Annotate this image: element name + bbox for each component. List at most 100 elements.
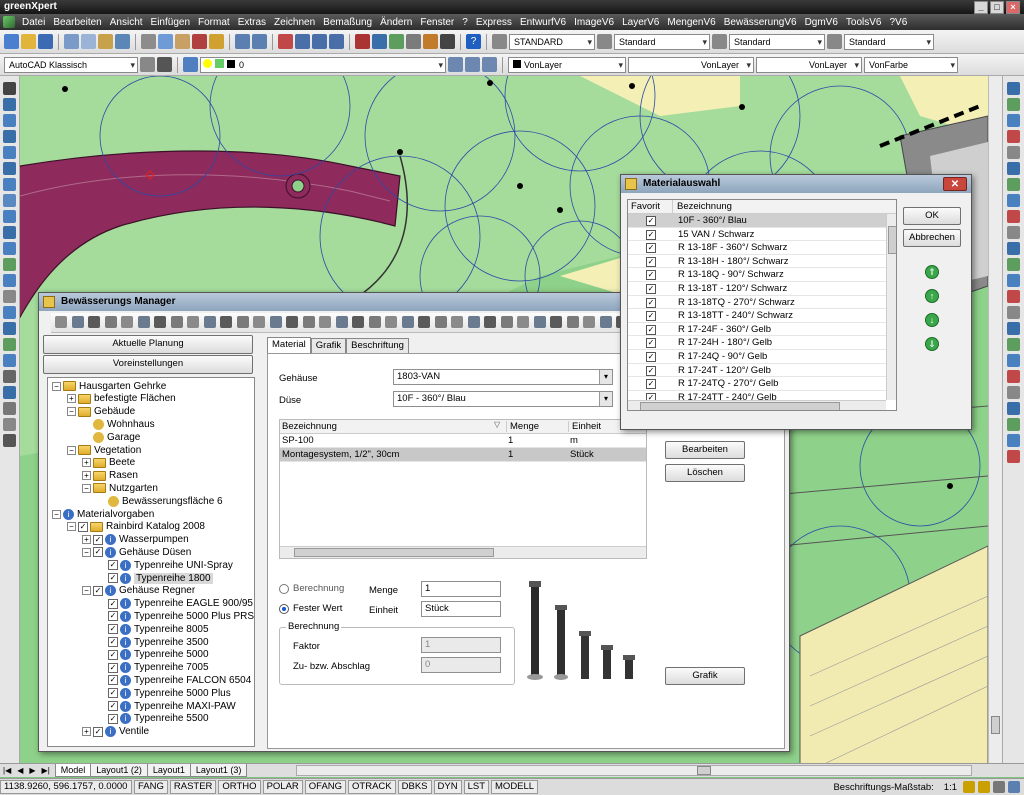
manager-tool-28-icon[interactable] bbox=[517, 316, 529, 328]
grid-row[interactable]: SP-100 1 m bbox=[280, 434, 646, 448]
collapse-icon[interactable]: − bbox=[52, 509, 61, 519]
tab-beschriftung[interactable]: Beschriftung bbox=[346, 338, 409, 353]
menu-item-1[interactable]: Bearbeiten bbox=[49, 17, 105, 28]
modify-tool-23-icon[interactable] bbox=[1007, 450, 1020, 463]
manager-tool-16-icon[interactable] bbox=[319, 316, 331, 328]
material-header-bezeichnung[interactable]: Bezeichnung bbox=[672, 200, 732, 214]
grid-header-menge[interactable]: Menge bbox=[506, 421, 539, 432]
favorit-checkbox[interactable]: ✓ bbox=[646, 324, 656, 335]
gehaeuse-select[interactable]: 1803-VAN ▾ bbox=[393, 369, 613, 385]
material-grid[interactable]: Bezeichnung ▽ Menge Einheit SP-100 1 m Mont… bbox=[279, 419, 647, 559]
manager-tool-8-icon[interactable] bbox=[187, 316, 199, 328]
menu-item-5[interactable]: Extras bbox=[234, 17, 270, 28]
expand-icon[interactable]: + bbox=[82, 535, 91, 545]
manager-tool-20-icon[interactable] bbox=[385, 316, 397, 328]
draw-tool-7-icon[interactable] bbox=[3, 194, 16, 207]
modify-tool-20-icon[interactable] bbox=[1007, 402, 1020, 415]
menge-input[interactable]: 1 bbox=[421, 581, 501, 597]
tree-node[interactable]: Wohnhaus bbox=[82, 418, 155, 430]
material-list-vscrollbar[interactable] bbox=[886, 214, 896, 400]
draw-tool-19-icon[interactable] bbox=[3, 386, 16, 399]
drawing-horizontal-scrollbar[interactable] bbox=[296, 765, 972, 776]
radio-berechnung[interactable]: Berechnung bbox=[279, 583, 344, 594]
tree-node[interactable]: − ✓ i Gehäuse Regner bbox=[82, 585, 195, 597]
draw-tool-0-icon[interactable] bbox=[3, 82, 16, 95]
print-icon[interactable] bbox=[64, 34, 79, 49]
manager-tool-17-icon[interactable] bbox=[335, 316, 348, 328]
modify-tool-5-icon[interactable] bbox=[1007, 162, 1020, 175]
favorit-checkbox[interactable]: ✓ bbox=[646, 297, 656, 308]
status-toggle-raster[interactable]: RASTER bbox=[169, 780, 217, 794]
manager-tool-33-icon[interactable] bbox=[599, 316, 612, 328]
einheit-input[interactable]: Stück bbox=[421, 601, 501, 617]
save-workspace-icon[interactable] bbox=[157, 57, 172, 72]
material-row[interactable]: ✓ R 17-24H - 180°/ Gelb bbox=[628, 336, 886, 350]
layer-manager-icon[interactable] bbox=[183, 57, 198, 72]
manager-tool-12-icon[interactable] bbox=[253, 316, 265, 328]
minimize-button[interactable]: _ bbox=[974, 1, 988, 14]
tree-node[interactable]: + ✓ i Wasserpumpen bbox=[82, 534, 189, 546]
sheet-set-icon[interactable] bbox=[406, 34, 421, 49]
layer-states-icon[interactable] bbox=[482, 57, 497, 72]
manager-tool-25-icon[interactable] bbox=[467, 316, 480, 328]
material-header-favorit[interactable]: Favorit bbox=[631, 201, 660, 212]
menu-item-8[interactable]: Ändern bbox=[376, 17, 416, 28]
layout-tab-3[interactable]: Layout1 (3) bbox=[189, 764, 248, 777]
loeschen-button[interactable]: Löschen bbox=[665, 464, 745, 482]
manager-tool-11-icon[interactable] bbox=[236, 316, 249, 328]
abbrechen-button[interactable]: Abbrechen bbox=[903, 229, 961, 247]
menu-item-4[interactable]: Format bbox=[194, 17, 234, 28]
menu-item-12[interactable]: EntwurfV6 bbox=[516, 17, 570, 28]
mleader-style-combo[interactable]: Standard bbox=[844, 33, 934, 50]
block-icon[interactable] bbox=[209, 34, 224, 49]
draw-tool-4-icon[interactable] bbox=[3, 146, 16, 159]
zoom-previous-icon[interactable] bbox=[329, 34, 344, 49]
tree-node[interactable]: − Hausgarten Gehrke bbox=[52, 380, 166, 392]
table-style-combo[interactable]: Standard bbox=[729, 33, 825, 50]
current-planning-button[interactable]: Aktuelle Planung bbox=[43, 335, 253, 354]
tree-checkbox[interactable]: ✓ bbox=[108, 675, 118, 686]
modify-tool-17-icon[interactable] bbox=[1007, 354, 1020, 367]
draw-tool-9-icon[interactable] bbox=[3, 226, 16, 239]
linetype-combo[interactable]: VonLayer bbox=[628, 56, 754, 73]
manager-tool-27-icon[interactable] bbox=[500, 316, 513, 328]
move-bottom-icon[interactable]: ⇓ bbox=[925, 337, 939, 351]
tree-checkbox[interactable]: ✓ bbox=[108, 713, 118, 724]
annotation-visibility-icon[interactable] bbox=[963, 781, 975, 793]
modify-tool-7-icon[interactable] bbox=[1007, 194, 1020, 207]
clean-screen-icon[interactable] bbox=[1008, 781, 1020, 793]
tree-checkbox[interactable]: ✓ bbox=[108, 598, 118, 609]
tree-node[interactable]: + ✓ i Ventile bbox=[82, 726, 149, 738]
manager-tool-26-icon[interactable] bbox=[484, 316, 496, 328]
status-toggle-ortho[interactable]: ORTHO bbox=[218, 780, 261, 794]
modify-tool-12-icon[interactable] bbox=[1007, 274, 1020, 287]
menu-item-19[interactable]: ?V6 bbox=[886, 17, 912, 28]
modify-tool-22-icon[interactable] bbox=[1007, 434, 1020, 447]
make-current-layer-icon[interactable] bbox=[448, 57, 463, 72]
collapse-icon[interactable]: − bbox=[67, 407, 76, 417]
draw-tool-11-icon[interactable] bbox=[3, 258, 16, 271]
draw-tool-5-icon[interactable] bbox=[3, 162, 16, 175]
tab-material[interactable]: Material bbox=[267, 337, 311, 353]
tree-node[interactable]: − i Materialvorgaben bbox=[52, 508, 154, 520]
tree-node[interactable]: ✓ i Typenreihe 5000 Plus PRS bbox=[97, 610, 254, 622]
status-toggle-otrack[interactable]: OTRACK bbox=[348, 780, 396, 794]
draw-tool-18-icon[interactable] bbox=[3, 370, 16, 383]
tree-node[interactable]: ✓ i Typenreihe EAGLE 900/95 bbox=[97, 598, 253, 610]
draw-tool-21-icon[interactable] bbox=[3, 418, 16, 431]
tree-node[interactable]: ✓ i Typenreihe 5500 bbox=[97, 713, 209, 725]
draw-tool-13-icon[interactable] bbox=[3, 290, 16, 303]
tree-node[interactable]: − Gebäude bbox=[67, 406, 135, 418]
menu-item-10[interactable]: ? bbox=[458, 17, 472, 28]
layer-combo[interactable]: 0 bbox=[200, 56, 446, 73]
tab-first-icon[interactable]: |◀ bbox=[0, 766, 14, 775]
tree-node[interactable]: − ✓ i Gehäuse Düsen bbox=[82, 546, 191, 558]
menu-item-11[interactable]: Express bbox=[472, 17, 516, 28]
workspace-switch-icon[interactable] bbox=[993, 781, 1005, 793]
tree-checkbox[interactable]: ✓ bbox=[108, 637, 118, 647]
redo-icon[interactable] bbox=[252, 34, 267, 49]
menu-item-9[interactable]: Fenster bbox=[416, 17, 458, 28]
material-row[interactable]: ✓ 15 VAN / Schwarz bbox=[628, 228, 886, 242]
manager-tool-23-icon[interactable] bbox=[434, 316, 447, 328]
tree-checkbox[interactable]: ✓ bbox=[108, 688, 118, 699]
